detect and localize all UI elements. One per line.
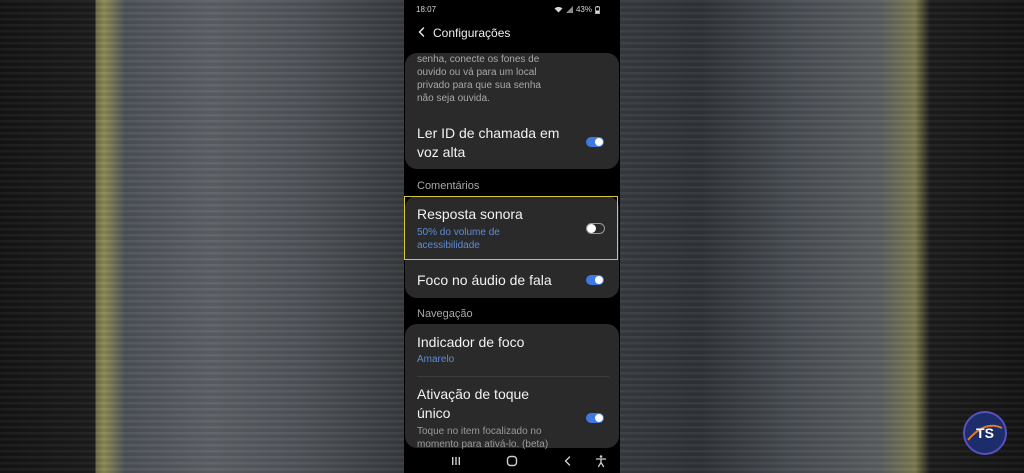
focus-indicator-label: Indicador de foco (417, 334, 525, 350)
description-line: não seja ouvida. (417, 93, 490, 104)
single-tap-description: Toque no item focalizado no (417, 426, 542, 437)
sound-feedback-toggle[interactable] (586, 223, 605, 234)
sound-feedback-label: Resposta sonora (417, 206, 523, 222)
section-header-comments: Comentários (417, 180, 480, 192)
focus-indicator-setting[interactable]: Indicador de foco Amarelo (417, 333, 524, 366)
system-navigation-bar (404, 450, 620, 473)
app-bar: Configurações (404, 22, 620, 44)
battery-icon (595, 5, 600, 14)
speak-passwords-description: senha, conecte os fones de ouvido ou vá … (417, 53, 541, 105)
app-title: Configurações (433, 26, 511, 40)
back-icon[interactable] (561, 454, 575, 468)
home-icon[interactable] (505, 454, 519, 468)
phone-screen: 18:07 43% Configurações senha, conecte o… (404, 0, 620, 473)
description-line: privado para que sua senha (417, 80, 541, 91)
description-line: ouvido ou vá para um local (417, 67, 537, 78)
caller-id-label: Ler ID de chamada em (417, 125, 560, 141)
focus-indicator-value: Amarelo (417, 354, 455, 365)
caller-id-setting[interactable]: Ler ID de chamada em voz alta (417, 124, 587, 162)
accessibility-icon[interactable] (594, 454, 608, 468)
signal-icon (565, 6, 573, 13)
status-icons: 43% (554, 5, 600, 14)
recent-apps-icon[interactable] (449, 454, 463, 468)
caller-id-toggle[interactable] (586, 137, 604, 147)
status-bar: 18:07 43% (404, 0, 620, 18)
description-line: senha, conecte os fones de (417, 54, 540, 65)
speech-focus-setting[interactable]: Foco no áudio de fala (417, 271, 552, 290)
sound-feedback-setting[interactable]: Resposta sonora 50% do volume de acessib… (417, 205, 587, 252)
battery-percent: 43% (575, 5, 592, 14)
section-header-navigation: Navegação (417, 308, 473, 320)
caller-id-label: voz alta (417, 144, 466, 160)
sound-feedback-volume: acessibilidade (417, 240, 480, 251)
back-arrow-icon[interactable] (416, 26, 428, 38)
single-tap-setting[interactable]: Ativação de toque único Toque no item fo… (417, 385, 587, 451)
wifi-icon (554, 6, 563, 13)
single-tap-toggle[interactable] (586, 413, 604, 423)
divider (417, 376, 609, 377)
single-tap-label: único (417, 405, 451, 421)
speech-focus-toggle[interactable] (586, 275, 604, 285)
sound-feedback-volume: 50% do volume de (417, 227, 500, 238)
channel-logo: TS (963, 411, 1007, 455)
status-time: 18:07 (416, 5, 437, 14)
logo-text: TS (976, 425, 994, 441)
single-tap-label: Ativação de toque (417, 386, 530, 402)
